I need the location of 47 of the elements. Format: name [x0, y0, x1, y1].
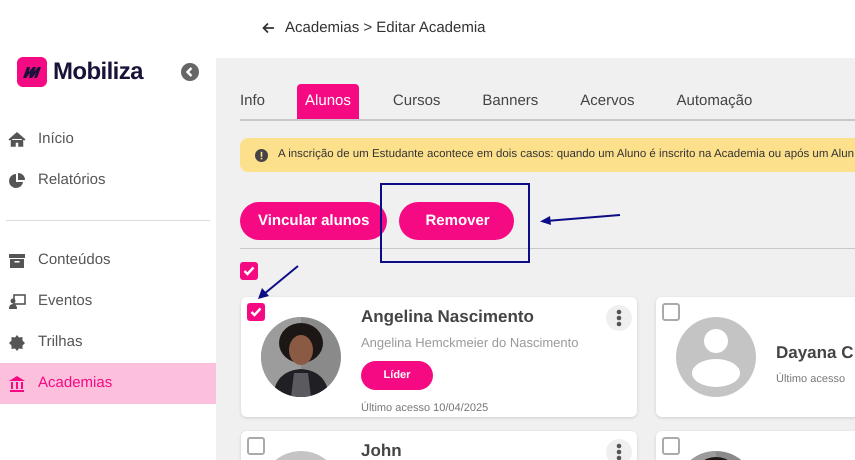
remove-button[interactable]: Remover: [399, 202, 514, 240]
student-full-name: Angelina Hemckmeier do Nascimento: [361, 334, 578, 352]
tab[interactable]: Cursos: [384, 84, 448, 119]
checkbox[interactable]: [662, 437, 680, 455]
institution-icon: [8, 374, 26, 392]
tab[interactable]: Alunos: [297, 84, 359, 119]
annotation-arrow: [256, 265, 299, 301]
alert-message: A inscrição de um Estudante acontece em dois casos: quando um Aluno é inscrito na Academia ou após um Alun: [278, 147, 854, 162]
checkbox[interactable]: [240, 262, 258, 280]
brand-name: Mobiliza: [53, 56, 143, 86]
last-access-text: Último acesso 10/04/2025: [361, 400, 490, 416]
checkmark-icon: [250, 307, 262, 317]
role-badge: Líder: [361, 360, 433, 390]
student-name: Dayana C: [776, 342, 854, 364]
tab[interactable]: Banners: [474, 84, 546, 119]
sidebar-item[interactable]: Eventos: [0, 281, 216, 322]
avatar-icon: [676, 317, 756, 397]
archive-icon: [8, 252, 26, 270]
student-card[interactable]: Dayana C Último acesso: [656, 297, 855, 417]
student-name: Angelina Nascimento: [361, 306, 535, 327]
checkbox[interactable]: [662, 303, 680, 321]
more-options-icon[interactable]: [606, 439, 632, 460]
badge-icon: [8, 334, 26, 352]
checkbox[interactable]: [247, 437, 265, 455]
pie-chart-icon: [8, 172, 26, 190]
warning-icon: [255, 148, 268, 162]
breadcrumb: Academias > Editar Academia: [285, 18, 486, 38]
back-arrow-icon[interactable]: [262, 22, 275, 34]
student-card[interactable]: Angelina Nascimento Angelina Hemckmeier do Nascimento Líder Último acesso 10/04/2025: [241, 297, 637, 417]
presenter-icon: [8, 292, 26, 310]
collapse-icon[interactable]: [181, 62, 199, 80]
student-name: John: [361, 440, 402, 460]
checkbox[interactable]: [247, 303, 265, 321]
sidebar-item[interactable]: Trilhas: [0, 322, 216, 363]
link-students-button[interactable]: Vincular alunos: [240, 202, 388, 240]
tab[interactable]: Automação: [668, 84, 760, 119]
sidebar-item[interactable]: Início: [0, 119, 216, 160]
logo-icon: [17, 56, 47, 86]
tab[interactable]: Acervos: [572, 84, 642, 119]
sidebar-item[interactable]: Conteúdos: [0, 240, 216, 281]
student-card[interactable]: John: [241, 431, 637, 460]
tab[interactable]: Info: [239, 84, 284, 119]
last-access-text: Último acesso: [776, 372, 846, 388]
checkmark-icon: [243, 266, 255, 276]
sidebar-item[interactable]: Relatórios: [0, 160, 216, 201]
home-icon: [8, 130, 26, 148]
more-options-icon[interactable]: [606, 305, 632, 331]
